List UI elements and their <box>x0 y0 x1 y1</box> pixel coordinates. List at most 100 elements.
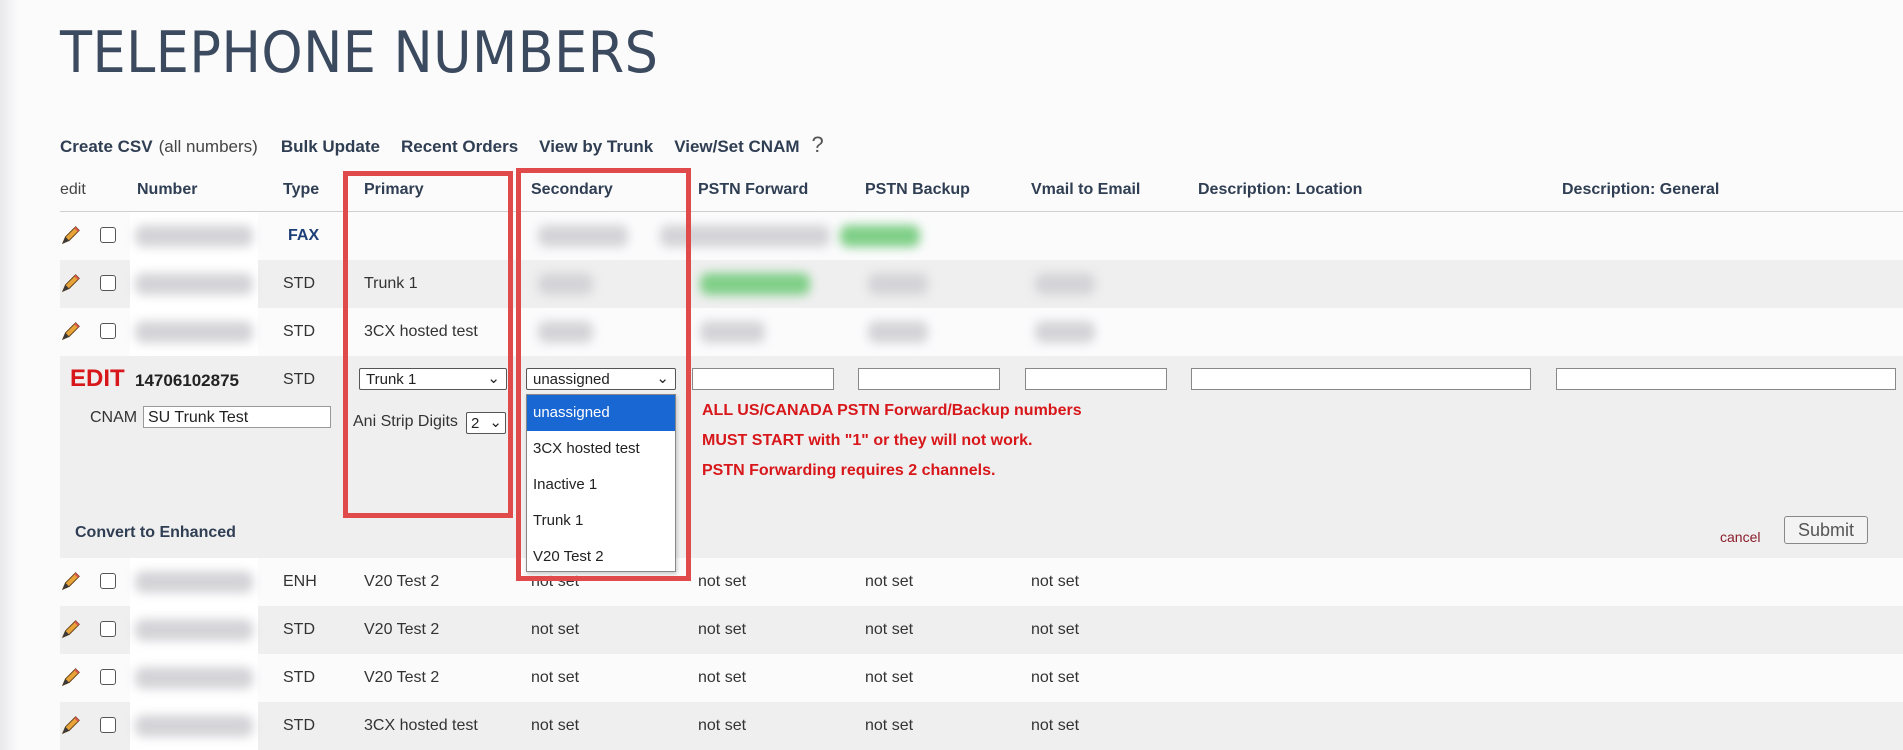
pencil-edit-icon[interactable] <box>60 570 82 592</box>
vmail-cell: not set <box>1031 669 1080 686</box>
type-cell: FAX <box>288 227 320 244</box>
edit-number: 14706102875 <box>135 371 240 390</box>
pstn-forward-cell: not set <box>698 621 747 638</box>
redacted-number <box>135 619 253 641</box>
vmail-cell: not set <box>1031 717 1080 734</box>
chevron-down-icon: ⌄ <box>656 370 669 387</box>
row-checkbox[interactable] <box>100 275 116 291</box>
secondary-select-value: unassigned <box>533 371 610 388</box>
pencil-edit-icon[interactable] <box>60 224 82 246</box>
chevron-down-icon: ⌄ <box>489 414 502 431</box>
col-number: Number <box>137 181 198 198</box>
create-csv-link[interactable]: Create CSV <box>60 137 153 157</box>
cancel-link[interactable]: cancel <box>1720 529 1760 545</box>
notice-line-2: MUST START with "1" or they will not wor… <box>702 432 1033 449</box>
redacted-number <box>135 321 253 343</box>
pstn-backup-cell: not set <box>865 717 914 734</box>
recent-orders-link[interactable]: Recent Orders <box>401 137 518 157</box>
pstn-backup-cell: not set <box>865 573 914 590</box>
pstn-backup-cell: not set <box>865 621 914 638</box>
cnam-label: CNAM <box>90 409 138 426</box>
redacted-pstn-backup <box>868 321 928 343</box>
ani-strip-label: Ani Strip Digits <box>353 413 458 430</box>
notice-line-3: PSTN Forwarding requires 2 channels. <box>702 462 996 479</box>
dropdown-option[interactable]: unassigned <box>527 395 675 431</box>
redacted-number <box>135 715 253 737</box>
edit-type: STD <box>283 371 315 388</box>
secondary-cell: not set <box>531 669 580 686</box>
table-row: STD 3CX hosted test not set not set not … <box>60 702 1903 750</box>
secondary-cell: not set <box>531 717 580 734</box>
col-vmail-email: Vmail to Email <box>1031 181 1141 198</box>
row-checkbox[interactable] <box>100 669 116 685</box>
pencil-edit-icon[interactable] <box>60 320 82 342</box>
dropdown-option[interactable]: Trunk 1 <box>527 503 675 539</box>
ani-strip-select[interactable]: 2 ⌄ <box>466 412 506 434</box>
primary-select[interactable]: Trunk 1 ⌄ <box>359 368 507 390</box>
col-pstn-forward: PSTN Forward <box>698 181 809 198</box>
table-header: edit Number Type Primary Secondary PSTN … <box>60 172 1903 212</box>
table-row: ENH V20 Test 2 not set not set not set n… <box>60 558 1903 606</box>
type-cell: STD <box>283 717 315 734</box>
left-edge-shadow <box>0 0 18 750</box>
secondary-dropdown-list[interactable]: unassigned 3CX hosted test Inactive 1 Tr… <box>526 394 676 572</box>
pstn-backup-input[interactable] <box>858 368 1000 390</box>
redacted-number <box>135 273 253 295</box>
redacted-pstn-forward <box>700 321 765 343</box>
secondary-cell: not set <box>531 573 580 590</box>
primary-cell: V20 Test 2 <box>364 621 440 638</box>
redacted-pstn-backup <box>840 225 920 247</box>
row-checkbox[interactable] <box>100 717 116 733</box>
redacted-secondary <box>538 225 628 247</box>
redacted-vmail <box>1035 273 1095 295</box>
chevron-down-icon: ⌄ <box>487 370 500 387</box>
col-desc-general: Description: General <box>1562 181 1720 198</box>
table-row: STD V20 Test 2 not set not set not set n… <box>60 654 1903 702</box>
col-edit: edit <box>60 181 86 198</box>
redacted-pstn-forward <box>700 273 810 295</box>
edit-row-panel: EDIT 14706102875 STD Trunk 1 ⌄ unassigne… <box>60 356 1903 558</box>
desc-location-input[interactable] <box>1191 368 1531 390</box>
pstn-forward-cell: not set <box>698 717 747 734</box>
dropdown-option[interactable]: Inactive 1 <box>527 467 675 503</box>
table-row: STD Trunk 1 <box>60 260 1903 308</box>
pencil-edit-icon[interactable] <box>60 618 82 640</box>
redacted-pstn-backup <box>868 273 928 295</box>
primary-cell: 3CX hosted test <box>364 323 478 340</box>
table-row: STD 3CX hosted test <box>60 308 1903 356</box>
help-icon[interactable]: ? <box>812 132 824 158</box>
pencil-edit-icon[interactable] <box>60 666 82 688</box>
type-cell: STD <box>283 621 315 638</box>
page-title: TELEPHONE NUMBERS <box>60 20 659 86</box>
bulk-update-link[interactable]: Bulk Update <box>281 137 380 157</box>
cnam-input[interactable]: SU Trunk Test <box>143 406 331 428</box>
row-checkbox[interactable] <box>100 573 116 589</box>
row-checkbox[interactable] <box>100 227 116 243</box>
vmail-email-input[interactable] <box>1025 368 1167 390</box>
row-checkbox[interactable] <box>100 323 116 339</box>
notice-line-1: ALL US/CANADA PSTN Forward/Backup number… <box>702 402 1082 419</box>
create-csv-note: (all numbers) <box>158 137 258 156</box>
desc-general-input[interactable] <box>1556 368 1896 390</box>
redacted-pstn-forward <box>660 225 830 247</box>
vmail-cell: not set <box>1031 573 1080 590</box>
vmail-cell: not set <box>1031 621 1080 638</box>
col-pstn-backup: PSTN Backup <box>865 181 970 198</box>
dropdown-option[interactable]: V20 Test 2 <box>527 539 675 575</box>
view-set-cnam-link[interactable]: View/Set CNAM <box>674 137 799 157</box>
pstn-forward-input[interactable] <box>692 368 834 390</box>
edit-label: EDIT <box>70 365 125 392</box>
dropdown-option[interactable]: 3CX hosted test <box>527 431 675 467</box>
col-type: Type <box>283 181 320 198</box>
type-cell: STD <box>283 323 315 340</box>
row-checkbox[interactable] <box>100 621 116 637</box>
pencil-edit-icon[interactable] <box>60 272 82 294</box>
submit-button[interactable]: Submit <box>1784 516 1868 544</box>
convert-to-enhanced-link[interactable]: Convert to Enhanced <box>75 524 236 542</box>
view-by-trunk-link[interactable]: View by Trunk <box>539 137 653 157</box>
pencil-edit-icon[interactable] <box>60 714 82 736</box>
secondary-select[interactable]: unassigned ⌄ <box>526 368 676 390</box>
table-row: FAX <box>60 212 1903 260</box>
numbers-table: edit Number Type Primary Secondary PSTN … <box>60 172 1903 750</box>
type-cell: STD <box>283 669 315 686</box>
